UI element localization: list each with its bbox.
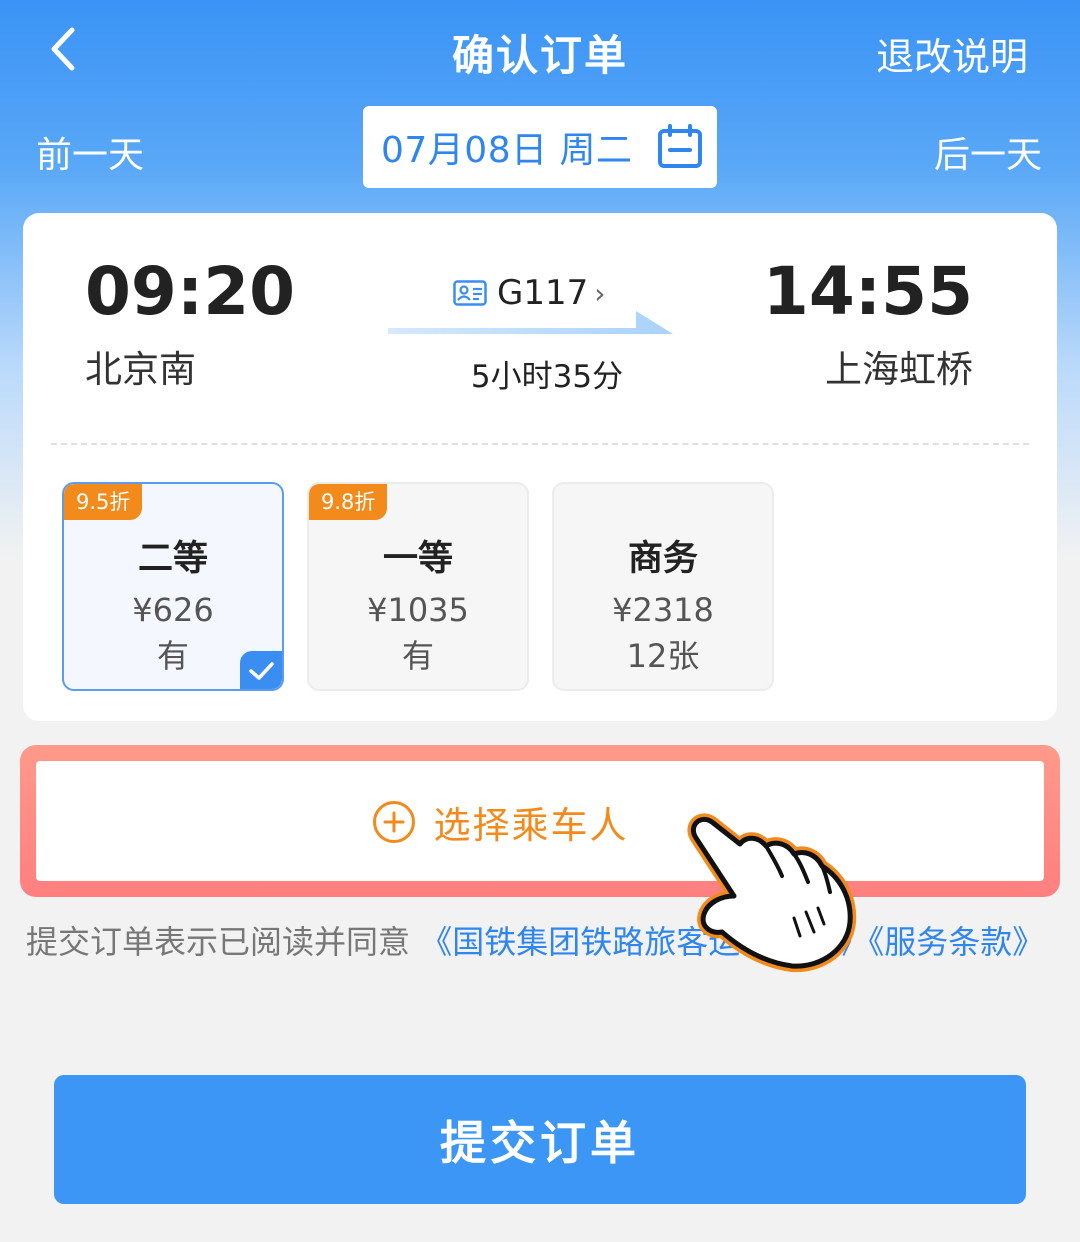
pointing-hand-icon: [687, 813, 857, 973]
check-icon: [249, 662, 274, 680]
selected-check-badge: [240, 651, 282, 689]
previous-day-button[interactable]: 前一天: [36, 126, 144, 178]
select-passenger-button[interactable]: 选择乘车人: [36, 795, 1044, 849]
plus-circle-icon: [372, 801, 415, 843]
train-number-link[interactable]: G117 ›: [453, 273, 605, 313]
seat-class-name: 一等: [382, 539, 453, 579]
seat-availability: 12张: [626, 637, 700, 675]
seat-option-second-class[interactable]: 9.5折 二等 ¥626 有: [62, 482, 284, 691]
departure-time: 09:20: [85, 253, 296, 330]
seat-class-name: 二等: [137, 539, 208, 579]
train-card: 09:20 北京南 G117 › 5小时35分 14:55 上海虹桥 9.5折 …: [23, 213, 1057, 721]
select-passenger-label: 选择乘车人: [433, 804, 629, 847]
direction-arrow-icon: [388, 311, 673, 334]
discount-badge: 9.5折: [64, 484, 143, 520]
terms-notice: 提交订单表示已阅读并同意 《国铁集团铁路旅客运输规程》《服务条款》: [26, 910, 1046, 974]
train-number: G117: [497, 273, 589, 313]
arrival-time: 14:55: [762, 253, 973, 330]
seat-availability: 有: [401, 637, 434, 675]
next-day-button[interactable]: 后一天: [934, 126, 1042, 178]
select-passenger-area[interactable]: 选择乘车人: [36, 761, 1044, 881]
chevron-right-icon: ›: [594, 276, 606, 310]
nav-bar: 确认订单 退改说明: [0, 0, 1080, 100]
terms-prefix: 提交订单表示已阅读并同意: [26, 923, 411, 961]
seat-class-name: 商务: [627, 539, 698, 579]
date-picker[interactable]: 07月08日 周二: [363, 106, 717, 188]
calendar-icon: [658, 124, 702, 168]
seat-option-business-class[interactable]: 商务 ¥2318 12张: [552, 482, 774, 691]
submit-order-button[interactable]: 提交订单: [54, 1075, 1026, 1204]
divider: [51, 443, 1029, 445]
date-selector: 前一天 07月08日 周二 后一天: [0, 106, 1080, 190]
seat-price: ¥1035: [367, 591, 469, 629]
refund-rules-link[interactable]: 退改说明: [876, 26, 1028, 81]
service-terms-link[interactable]: 《服务条款》: [868, 923, 1044, 961]
seat-option-first-class[interactable]: 9.8折 一等 ¥1035 有: [307, 482, 529, 691]
seat-price: ¥2318: [612, 591, 714, 629]
discount-badge: 9.8折: [309, 484, 388, 520]
arrival-station: 上海虹桥: [825, 348, 973, 391]
seat-price: ¥626: [132, 591, 214, 629]
selected-date: 07月08日 周二: [381, 130, 633, 171]
passenger-highlight-frame: 选择乘车人: [20, 745, 1060, 897]
id-card-icon: [453, 280, 487, 306]
